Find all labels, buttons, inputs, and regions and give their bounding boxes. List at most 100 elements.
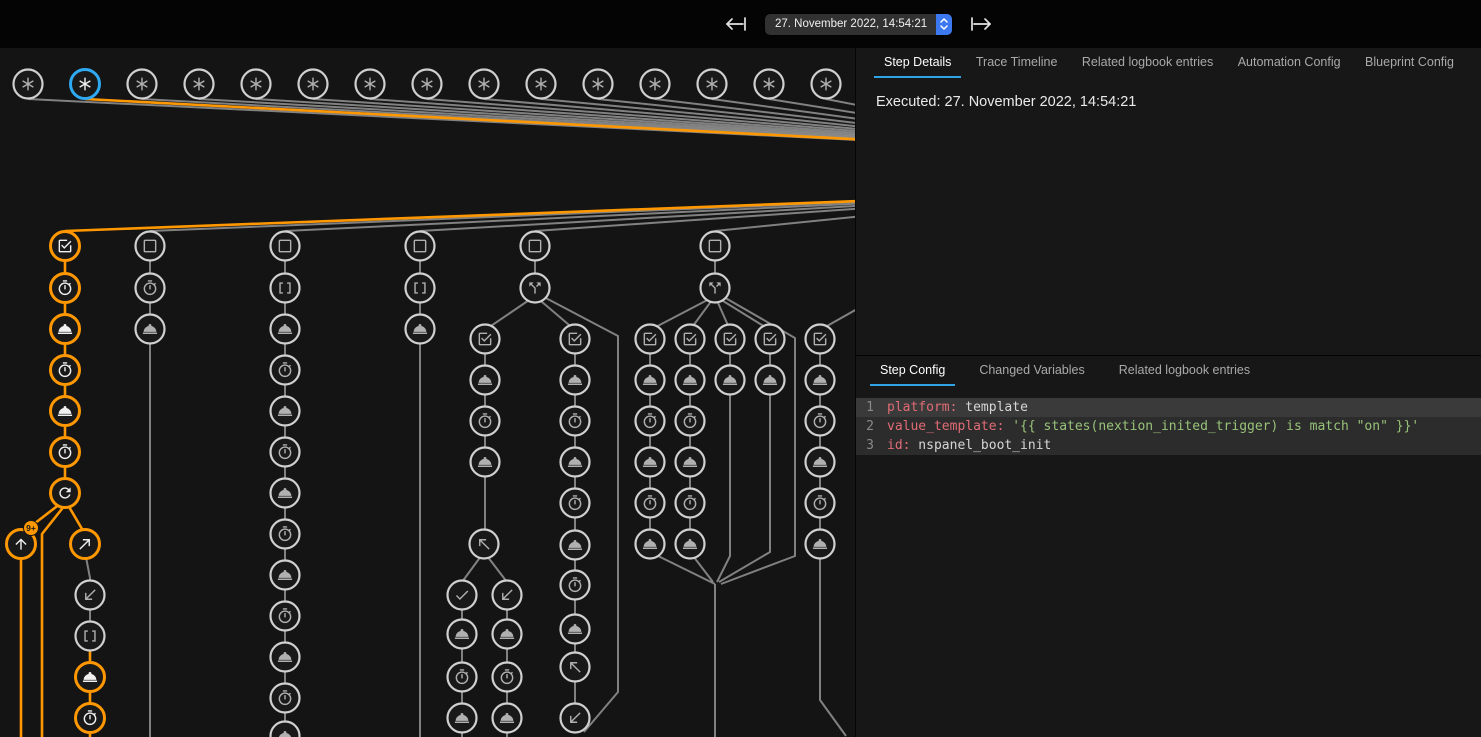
trace-node-timer[interactable] <box>448 663 477 692</box>
trace-node-room-service[interactable] <box>76 663 105 692</box>
next-trace-button[interactable] <box>965 12 997 36</box>
trace-node-room-service[interactable] <box>561 615 590 644</box>
trace-node-asterisk[interactable] <box>641 70 670 99</box>
trace-node-arrow-top-left[interactable] <box>561 653 590 682</box>
trace-node-timer[interactable] <box>51 274 80 303</box>
trace-node-room-service[interactable] <box>676 366 705 395</box>
trace-node-room-service[interactable] <box>51 397 80 426</box>
trace-node-timer[interactable] <box>271 520 300 549</box>
trace-node-room-service[interactable] <box>636 366 665 395</box>
trace-node-timer[interactable] <box>271 356 300 385</box>
trace-node-code-brackets[interactable] <box>406 274 435 303</box>
trace-node-room-service[interactable] <box>636 448 665 477</box>
trace-node-checkbox-blank[interactable] <box>521 232 550 261</box>
trace-node-checkbox-marked[interactable] <box>806 325 835 354</box>
trace-node-timer[interactable] <box>271 684 300 713</box>
trace-node-timer[interactable] <box>51 356 80 385</box>
trace-node-timer[interactable] <box>493 663 522 692</box>
trace-node-room-service[interactable] <box>806 530 835 559</box>
trace-node-room-service[interactable] <box>493 704 522 733</box>
trace-node-room-service[interactable] <box>756 366 785 395</box>
trace-node-room-service[interactable] <box>716 366 745 395</box>
trace-node-room-service[interactable] <box>561 448 590 477</box>
trace-node-checkbox-marked[interactable] <box>676 325 705 354</box>
trace-node-call-received[interactable] <box>493 581 522 610</box>
tab-trace-timeline[interactable]: Trace Timeline <box>966 48 1068 78</box>
trace-node-asterisk[interactable] <box>242 70 271 99</box>
trace-node-room-service[interactable] <box>676 448 705 477</box>
trace-node-timer[interactable] <box>636 407 665 436</box>
tab-step-config[interactable]: Step Config <box>870 356 955 386</box>
trace-node-room-service[interactable] <box>561 531 590 560</box>
trace-node-room-service[interactable] <box>406 315 435 344</box>
trace-node-room-service[interactable] <box>676 530 705 559</box>
tab-automation-config[interactable]: Automation Config <box>1228 48 1351 78</box>
trace-node-checkbox-blank[interactable] <box>406 232 435 261</box>
trace-node-room-service[interactable] <box>271 643 300 672</box>
trace-node-room-service[interactable] <box>471 366 500 395</box>
trace-node-timer[interactable] <box>806 407 835 436</box>
trace-node-call-received[interactable] <box>76 581 105 610</box>
trace-node-call-received[interactable] <box>561 704 590 733</box>
tab-related-logbook-entries[interactable]: Related logbook entries <box>1072 48 1223 78</box>
trace-node-timer[interactable] <box>636 489 665 518</box>
trace-node-room-service[interactable] <box>636 530 665 559</box>
trace-node-checkbox-marked[interactable] <box>51 232 80 261</box>
trace-node-refresh[interactable] <box>51 479 80 508</box>
trace-node-asterisk[interactable] <box>14 70 43 99</box>
trace-node-arrow-top-left[interactable] <box>470 530 499 559</box>
yaml-editor[interactable]: 1 platform: template 2 value_template: '… <box>856 398 1481 455</box>
trace-node-room-service[interactable] <box>271 397 300 426</box>
trace-node-timer[interactable] <box>676 489 705 518</box>
trace-node-asterisk[interactable] <box>470 70 499 99</box>
trace-node-code-brackets[interactable] <box>271 274 300 303</box>
trace-node-room-service[interactable] <box>806 448 835 477</box>
trace-node-checkbox-marked[interactable] <box>716 325 745 354</box>
previous-trace-button[interactable] <box>720 12 752 36</box>
trace-node-timer[interactable] <box>561 407 590 436</box>
trace-node-checkbox-blank[interactable] <box>271 232 300 261</box>
trace-node-asterisk[interactable] <box>413 70 442 99</box>
trace-node-asterisk[interactable] <box>698 70 727 99</box>
trace-node-room-service[interactable] <box>448 620 477 649</box>
trace-node-call-made[interactable] <box>71 530 100 559</box>
trace-node-asterisk[interactable] <box>128 70 157 99</box>
trace-node-room-service[interactable] <box>271 479 300 508</box>
trace-node-asterisk[interactable] <box>812 70 841 99</box>
trace-node-checkbox-blank[interactable] <box>701 232 730 261</box>
trace-node-checkbox-marked[interactable] <box>471 325 500 354</box>
trace-node-timer[interactable] <box>271 602 300 631</box>
tab-changed-variables[interactable]: Changed Variables <box>969 356 1094 386</box>
trace-node-asterisk[interactable] <box>527 70 556 99</box>
trace-node-asterisk[interactable] <box>755 70 784 99</box>
trace-node-check[interactable] <box>448 581 477 610</box>
trace-node-call-split[interactable] <box>521 274 550 303</box>
trace-node-asterisk[interactable] <box>299 70 328 99</box>
trace-node-timer[interactable] <box>136 274 165 303</box>
trace-node-room-service[interactable] <box>271 722 300 737</box>
trace-node-asterisk[interactable] <box>185 70 214 99</box>
trace-node-checkbox-marked[interactable] <box>636 325 665 354</box>
trace-date-select[interactable]: 27. November 2022, 14:54:21 <box>765 14 952 35</box>
trace-node-timer[interactable] <box>51 438 80 467</box>
trace-node-timer[interactable] <box>561 489 590 518</box>
trace-node-timer[interactable] <box>471 407 500 436</box>
trace-node-room-service[interactable] <box>806 366 835 395</box>
trace-node-call-split[interactable] <box>701 274 730 303</box>
trace-node-checkbox-blank[interactable] <box>136 232 165 261</box>
trace-node-timer[interactable] <box>76 704 105 733</box>
trace-node-checkbox-marked[interactable] <box>561 325 590 354</box>
trace-node-timer[interactable] <box>561 571 590 600</box>
tab-step-details[interactable]: Step Details <box>874 48 961 78</box>
trace-node-timer[interactable] <box>676 407 705 436</box>
trace-node-checkbox-marked[interactable] <box>756 325 785 354</box>
trace-node-room-service[interactable] <box>271 315 300 344</box>
trace-node-asterisk[interactable] <box>71 70 100 99</box>
tab-config-related-logbook-entries[interactable]: Related logbook entries <box>1109 356 1260 386</box>
trace-node-room-service[interactable] <box>561 366 590 395</box>
trace-node-room-service[interactable] <box>471 448 500 477</box>
trace-node-room-service[interactable] <box>51 315 80 344</box>
trace-node-asterisk[interactable] <box>356 70 385 99</box>
trace-node-room-service[interactable] <box>136 315 165 344</box>
trace-node-timer[interactable] <box>271 438 300 467</box>
